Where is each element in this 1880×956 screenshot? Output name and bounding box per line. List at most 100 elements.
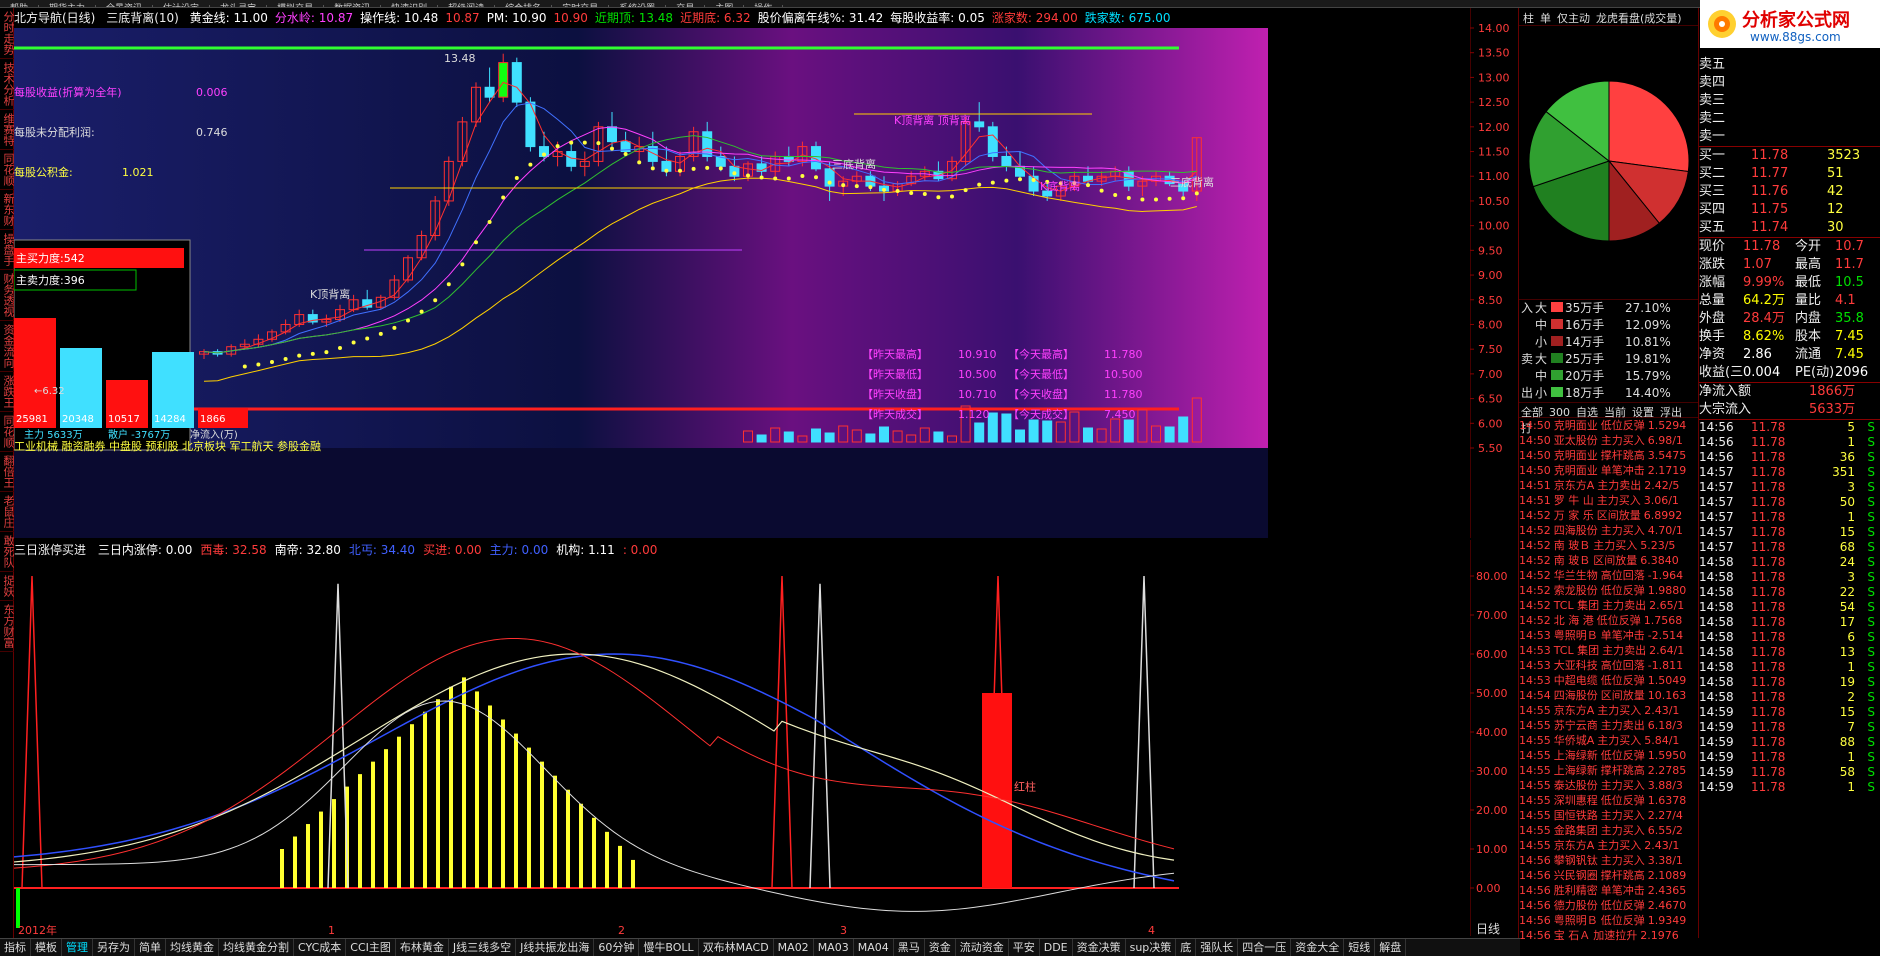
candlestick-chart[interactable]: 每股收益(折算为全年) 0.006 每股未分配利润: 0.746 每股公积金: 1.021… <box>14 28 1268 538</box>
template-tab[interactable]: CCI主图 <box>346 939 396 956</box>
news-row[interactable]: 14:51 京东方A 主力卖出 2.42/5 <box>1519 478 1698 493</box>
template-tab[interactable]: 平安 <box>1009 939 1040 956</box>
flow-tab[interactable]: 龙虎看盘(成交量) <box>1596 12 1682 25</box>
template-tab[interactable]: 均线黄金分割 <box>219 939 294 956</box>
news-row[interactable]: 14:53 粤照明Ｂ 单笔冲击 -2.514 <box>1519 628 1698 643</box>
news-row[interactable]: 14:50 克明面业 撑杆跳高 3.5475 <box>1519 448 1698 463</box>
template-tab[interactable]: MA03 <box>814 939 854 956</box>
news-row[interactable]: 14:55 泰达股份 主力买入 3.88/3 <box>1519 778 1698 793</box>
indicator-chart[interactable]: 红柱 2012年 1 2 3 4 <box>14 560 1268 936</box>
left-nav-item[interactable]: 捉妖 <box>0 572 15 601</box>
left-nav-item[interactable]: 技术分析 <box>0 59 15 110</box>
template-tab[interactable]: 黑马 <box>894 939 925 956</box>
template-tab[interactable]: CYC成本 <box>294 939 347 956</box>
news-row[interactable]: 14:56 攀钢钒钛 主力买入 3.38/1 <box>1519 853 1698 868</box>
template-tab[interactable]: sup决策 <box>1126 939 1177 956</box>
news-row[interactable]: 14:52 万 家 乐区间放量 6.8992 <box>1519 508 1698 523</box>
candle[interactable] <box>1001 155 1012 167</box>
candle[interactable] <box>484 86 495 98</box>
left-nav-item[interactable]: 涨跌王 <box>0 372 15 412</box>
news-row[interactable]: 14:55 上海绿新 低位反弹 1.5950 <box>1519 748 1698 763</box>
news-row[interactable]: 14:52 南 玻Ｂ 主力买入 5.23/5 <box>1519 538 1698 553</box>
left-nav-item[interactable]: 操盘手 <box>0 230 15 270</box>
template-tab[interactable]: 均线黄金 <box>166 939 219 956</box>
left-nav-item[interactable]: 老鼠庄 <box>0 492 15 532</box>
template-tab[interactable]: 双布林MACD <box>699 939 774 956</box>
news-row[interactable]: 14:55 苏宁云商 主力卖出 6.18/3 <box>1519 718 1698 733</box>
candle[interactable] <box>702 131 713 157</box>
flow-tab[interactable]: 仅主动 <box>1557 12 1590 25</box>
candle[interactable] <box>525 101 536 148</box>
news-row[interactable]: 14:56 胜利精密 单笔冲击 2.4365 <box>1519 883 1698 898</box>
template-tab[interactable]: 布林黄金 <box>396 939 449 956</box>
news-value: 3.06/1 <box>1643 494 1679 507</box>
template-tab[interactable]: 流动资金 <box>956 939 1009 956</box>
template-tab[interactable]: 60分钟 <box>594 939 640 956</box>
news-row[interactable]: 14:55 深圳惠程 低位反弹 1.6378 <box>1519 793 1698 808</box>
flow-tab[interactable]: 柱 <box>1523 12 1534 25</box>
template-tab[interactable]: 指标 <box>0 939 31 956</box>
news-row[interactable]: 14:52 四海股份 主力买入 4.70/1 <box>1519 523 1698 538</box>
left-nav-item[interactable]: 同花顺 <box>0 412 15 452</box>
news-row[interactable]: 14:55 京东方A 主力买入 2.43/1 <box>1519 838 1698 853</box>
left-nav-item[interactable]: 翻倍王 <box>0 452 15 492</box>
left-nav-item[interactable]: 维赛特 <box>0 110 15 150</box>
template-tab[interactable]: 模板 <box>31 939 62 956</box>
news-row[interactable]: 14:56 粤照明Ｂ 低位反弹 1.9349 <box>1519 913 1698 928</box>
flow-tab[interactable]: 单 <box>1540 12 1551 25</box>
news-row[interactable]: 14:52 TCL 集团 主力卖出 2.65/1 <box>1519 598 1698 613</box>
sub-indicator-name[interactable]: 三日涨停买进 <box>14 543 86 557</box>
template-tab[interactable]: J线共振龙出海 <box>516 939 595 956</box>
template-tab[interactable]: 解盘 <box>1375 939 1407 956</box>
news-row[interactable]: 14:56 宝 石Ａ 加速拉升 2.1976 <box>1519 928 1698 943</box>
news-row[interactable]: 14:56 兴民钢圈 撑杆跳高 2.1089 <box>1519 868 1698 883</box>
candle[interactable] <box>607 126 617 143</box>
news-row[interactable]: 14:52 南 玻Ｂ 区间放量 6.3840 <box>1519 553 1698 568</box>
news-row[interactable]: 14:55 京东方A 主力买入 2.43/1 <box>1519 703 1698 718</box>
news-row[interactable]: 14:55 上海绿新 撑杆跳高 2.2785 <box>1519 763 1698 778</box>
template-tab[interactable]: 资金大全 <box>1291 939 1345 956</box>
news-row[interactable]: 14:52 索龙股份 低位反弹 1.9880 <box>1519 583 1698 598</box>
left-nav-item[interactable]: 分时走势 <box>0 8 15 59</box>
template-tab[interactable]: MA02 <box>774 939 814 956</box>
candle[interactable] <box>511 62 522 103</box>
left-nav-item[interactable]: 新东财 <box>0 190 15 230</box>
news-row[interactable]: 14:52 华兰生物 高位回落 -1.964 <box>1519 568 1698 583</box>
candle[interactable] <box>498 62 509 98</box>
left-nav-item[interactable]: 敢死队 <box>0 532 15 572</box>
news-row[interactable]: 14:53 TCL 集团 主力卖出 2.64/1 <box>1519 643 1698 658</box>
template-tab[interactable]: 慢牛BOLL <box>639 939 699 956</box>
news-row[interactable]: 14:53 大亚科技 高位回落 -1.811 <box>1519 658 1698 673</box>
template-tab[interactable]: 短线 <box>1344 939 1376 956</box>
news-row[interactable]: 14:50 克明面业 低位反弹 1.5294 <box>1519 418 1698 433</box>
template-tab[interactable]: J线三线多空 <box>449 939 517 956</box>
left-nav-item[interactable]: 资金流向 <box>0 321 15 372</box>
template-tab[interactable]: 资金决策 <box>1073 939 1126 956</box>
template-tab[interactable]: 底 <box>1176 939 1197 956</box>
template-tab[interactable]: 简单 <box>135 939 166 956</box>
news-row[interactable]: 14:55 金路集团 主力买入 6.55/2 <box>1519 823 1698 838</box>
news-row[interactable]: 14:56 德力股份 低位反弹 2.4670 <box>1519 898 1698 913</box>
indicator-name[interactable]: 三底背离(10) <box>106 11 179 25</box>
news-row[interactable]: 14:50 亚太股份 主力买入 6.98/1 <box>1519 433 1698 448</box>
news-row[interactable]: 14:54 四海股份 区间放量 10.163 <box>1519 688 1698 703</box>
template-tab[interactable]: MA04 <box>854 939 894 956</box>
candle[interactable] <box>974 121 985 128</box>
news-row[interactable]: 14:55 国恒铁路 主力买入 2.27/4 <box>1519 808 1698 823</box>
news-row[interactable]: 14:53 中超电缆 低位反弹 1.5049 <box>1519 673 1698 688</box>
left-nav-item[interactable]: 财务透视 <box>0 270 15 321</box>
template-tab[interactable]: 强队长 <box>1196 939 1239 956</box>
template-tab[interactable]: 资金 <box>925 939 956 956</box>
template-tab[interactable]: 管理 <box>62 939 93 956</box>
template-tab[interactable]: 另存为 <box>93 939 135 956</box>
template-tab[interactable]: DDE <box>1040 939 1073 956</box>
template-tab[interactable]: 四合一压 <box>1238 939 1292 956</box>
left-nav-item[interactable]: 东方财富 <box>0 601 15 652</box>
left-nav-item[interactable]: 同花顺 <box>0 150 15 190</box>
period-label[interactable]: 日线 <box>1476 920 1500 937</box>
news-row[interactable]: 14:51 罗 牛 山主力买入 3.06/1 <box>1519 493 1698 508</box>
news-row[interactable]: 14:55 华侨城A 主力买入 5.84/1 <box>1519 733 1698 748</box>
news-row[interactable]: 14:50 克明面业 单笔冲击 2.1719 <box>1519 463 1698 478</box>
news-row[interactable]: 14:52 北 海 港低位反弹 1.7568 <box>1519 613 1698 628</box>
candle[interactable] <box>987 126 998 157</box>
